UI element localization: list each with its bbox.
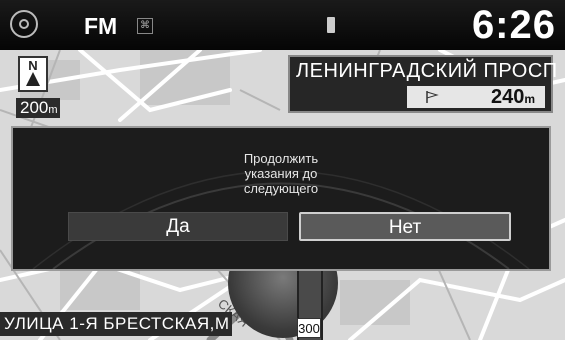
map-scale[interactable]: 200m [16, 98, 60, 118]
status-bar: FM ⌘ 6:26 [0, 0, 565, 50]
distance-unit: m [524, 92, 535, 106]
dialog-message-line2: указания до [244, 166, 318, 181]
dialog-message-line3: следующего [243, 181, 319, 196]
current-street-label: УЛИЦА 1-Я БРЕСТСКАЯ,М [0, 312, 233, 336]
yes-button[interactable]: Да [68, 212, 288, 241]
north-up-compass-icon[interactable]: N [18, 56, 48, 92]
distance-box: 240m [407, 86, 545, 108]
compass-letter: N [28, 58, 38, 73]
scale-unit: m [48, 104, 58, 116]
dialog-decoration [32, 170, 530, 269]
continue-guidance-dialog: Продолжить указания до следующего Да Нет [11, 126, 551, 271]
destination-flag-icon [426, 91, 439, 103]
navigation-screen: СКАЯ FM ⌘ 6:26 N 200m ЛЕНИНГРАДСКИЙ ПРОС… [0, 0, 565, 340]
clock: 6:26 [471, 3, 556, 47]
next-street-banner: ЛЕНИНГРАДСКИЙ ПРОСП 240m [288, 55, 557, 113]
dialog-message-line1: Продолжить [243, 151, 319, 166]
dialog-message: Продолжить указания до следующего [163, 151, 399, 196]
next-street-name: ЛЕНИНГРАДСКИЙ ПРОСП [296, 60, 558, 82]
rds-icon: ⌘ [137, 18, 153, 34]
home-icon[interactable] [10, 10, 38, 38]
audio-source[interactable]: FM [84, 13, 117, 40]
usb-icon [327, 17, 335, 33]
road-number-badge: 300 [297, 318, 321, 338]
distance-value: 240 [490, 86, 525, 108]
no-button[interactable]: Нет [299, 212, 511, 241]
scale-value: 200 [20, 98, 49, 117]
